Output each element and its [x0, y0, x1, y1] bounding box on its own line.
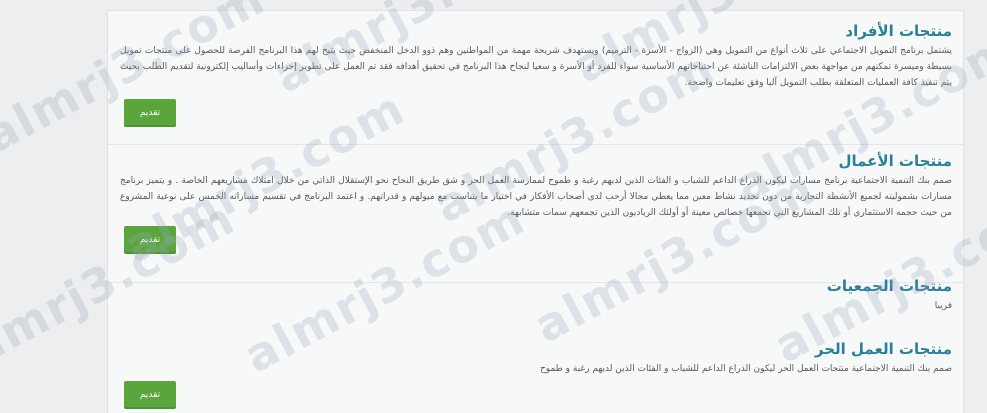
section-business: منتجات الأعمال صمم بنك التنمية الاجتماعي…	[108, 151, 963, 283]
page: منتجات الأفراد يشتمل برنامج التمويل الاج…	[0, 0, 987, 413]
apply-button-business[interactable]: تقديم	[124, 226, 176, 254]
section-title-business: منتجات الأعمال	[838, 152, 952, 170]
section-individuals: منتجات الأفراد يشتمل برنامج التمويل الاج…	[108, 21, 963, 145]
section-associations: منتجات الجمعيات قريبا	[108, 276, 963, 326]
products-card: منتجات الأفراد يشتمل برنامج التمويل الاج…	[107, 10, 964, 413]
section-freelance: منتجات العمل الحر صمم بنك التنمية الاجتم…	[108, 339, 963, 389]
section-description-associations: قريبا	[934, 301, 952, 311]
section-description-freelance: صمم بنك التنمية الاجتماعية منتجات العمل …	[539, 364, 952, 374]
apply-button-freelance[interactable]: تقديم	[124, 381, 176, 409]
apply-button-individuals[interactable]: تقديم	[124, 99, 176, 127]
section-description-individuals: يشتمل برنامج التمويل الاجتماعي على ثلاث …	[120, 46, 952, 88]
section-title-associations: منتجات الجمعيات	[826, 277, 952, 295]
section-title-freelance: منتجات العمل الحر	[814, 340, 952, 358]
section-title-individuals: منتجات الأفراد	[845, 22, 952, 40]
section-description-business: صمم بنك التنمية الاجتماعية برنامج مسارات…	[120, 176, 952, 218]
